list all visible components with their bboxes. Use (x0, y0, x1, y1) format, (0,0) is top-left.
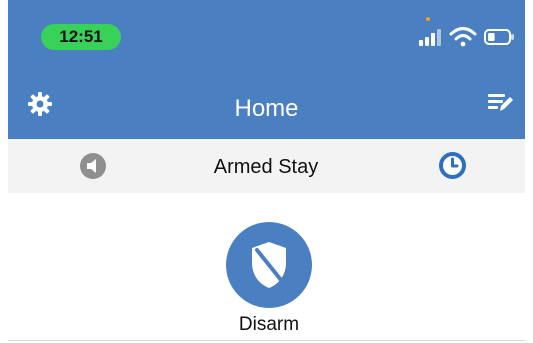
wifi-icon (449, 27, 477, 47)
cellular-signal-icon (419, 29, 441, 46)
speaker-icon[interactable] (79, 152, 107, 180)
status-time: 12:51 (41, 24, 121, 50)
armed-status-label: Armed Stay (213, 156, 319, 178)
edit-list-icon[interactable] (486, 91, 514, 113)
phone-screen: 12:51 Home Armed Stay Disarm (0, 0, 533, 343)
shield-icon (252, 242, 286, 288)
page-title: Home (234, 95, 299, 122)
privacy-indicator-dot (426, 17, 430, 21)
clock-icon[interactable] (438, 151, 467, 180)
bottom-divider (8, 340, 525, 341)
disarm-button[interactable] (226, 222, 312, 308)
battery-icon (484, 29, 514, 45)
disarm-label: Disarm (238, 314, 300, 335)
status-icons (419, 27, 514, 47)
